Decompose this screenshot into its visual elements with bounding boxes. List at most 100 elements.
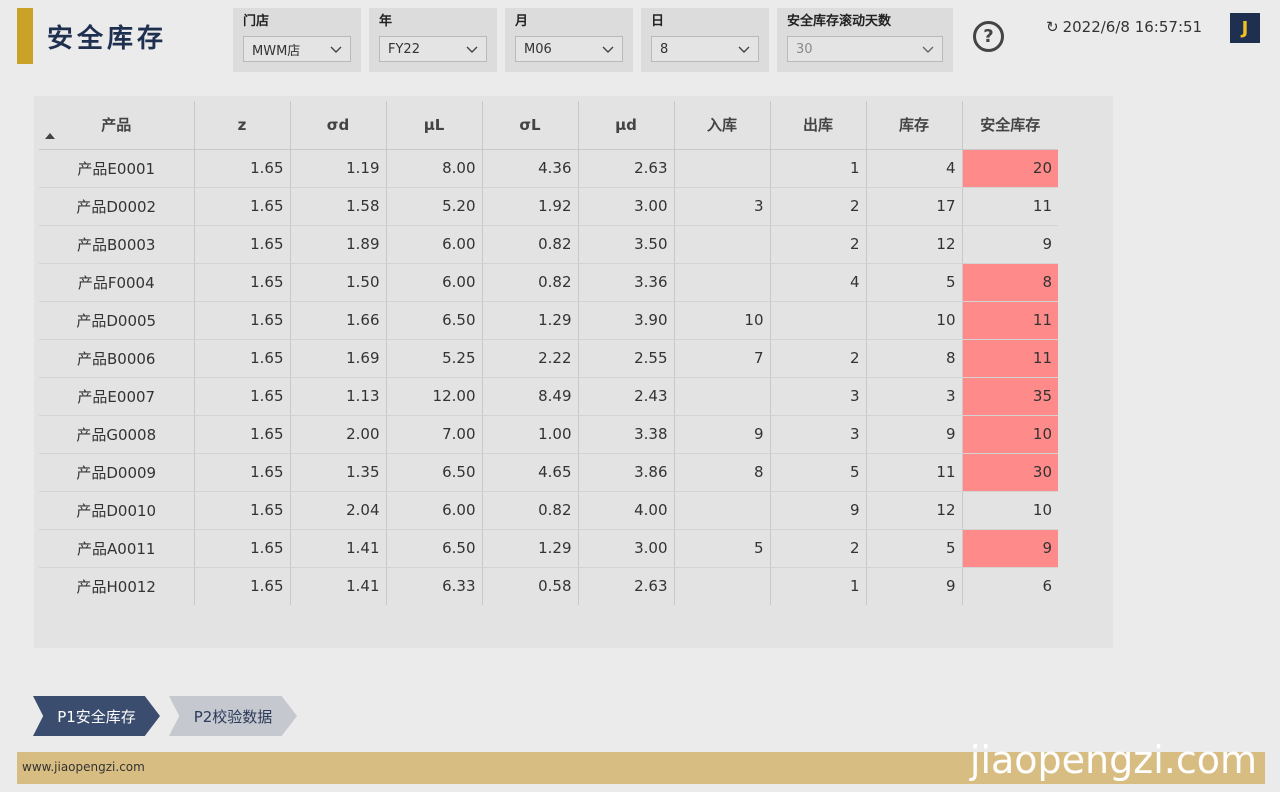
product-name-cell: 产品F0004: [39, 263, 195, 302]
column-header[interactable]: 产品: [39, 101, 195, 150]
product-name-cell: 产品D0002: [39, 187, 195, 226]
slicer-store-dropdown[interactable]: MWM店: [243, 36, 351, 62]
slicer-store-value: MWM店: [252, 43, 301, 59]
table-cell: 5.20: [386, 187, 483, 226]
column-header[interactable]: 库存: [866, 101, 963, 150]
table-cell: 4: [770, 263, 867, 302]
table-cell: 5.25: [386, 339, 483, 378]
column-header[interactable]: z: [194, 101, 291, 150]
table-row[interactable]: 产品B0006 1.65 1.69 5.25 2.22 2.55 7 2 8 11: [39, 339, 1058, 378]
table-cell: 1.65: [194, 225, 291, 264]
tab-p2-validation-data[interactable]: P2校验数据: [169, 696, 297, 736]
slicer-year-dropdown[interactable]: FY22: [379, 36, 487, 62]
help-icon[interactable]: ?: [973, 21, 1004, 52]
slicer-day-label: 日: [651, 14, 665, 29]
page-title: 安全库存: [47, 23, 168, 54]
table-row[interactable]: 产品A0011 1.65 1.41 6.50 1.29 3.00 5 2 5 9: [39, 529, 1058, 568]
table-row[interactable]: 产品D0002 1.65 1.58 5.20 1.92 3.00 3 2 17 11: [39, 187, 1058, 226]
table-cell: 1.65: [194, 339, 291, 378]
table-row[interactable]: 产品E0001 1.65 1.19 8.00 4.36 2.63 1 4 20: [39, 149, 1058, 188]
table-cell: 6.00: [386, 225, 483, 264]
table-cell: 7.00: [386, 415, 483, 454]
table-cell: 11: [962, 301, 1058, 340]
table-cell: 9: [674, 415, 771, 454]
product-name-cell: 产品A0011: [39, 529, 195, 568]
table-cell: 2.22: [482, 339, 579, 378]
chevron-down-icon: [738, 46, 750, 53]
sort-ascending-icon[interactable]: [45, 132, 55, 139]
table-cell: 3.00: [578, 529, 675, 568]
table-cell: 1.13: [290, 377, 387, 416]
table-cell: 6.33: [386, 567, 483, 605]
product-name-cell: 产品B0006: [39, 339, 195, 378]
table-cell: 10: [962, 491, 1058, 530]
table-row[interactable]: 产品F0004 1.65 1.50 6.00 0.82 3.36 4 5 8: [39, 263, 1058, 302]
table-row[interactable]: 产品E0007 1.65 1.13 12.00 8.49 2.43 3 3 35: [39, 377, 1058, 416]
table-cell: 1.65: [194, 187, 291, 226]
table-cell: 1.29: [482, 529, 579, 568]
column-header[interactable]: 安全库存: [962, 101, 1058, 150]
table-cell: 0.82: [482, 491, 579, 530]
slicer-rolling-days[interactable]: 安全库存滚动天数 30: [777, 8, 953, 72]
slicer-month[interactable]: 月 M06: [505, 8, 633, 72]
table-cell: 1.41: [290, 529, 387, 568]
slicer-year[interactable]: 年 FY22: [369, 8, 497, 72]
table-row[interactable]: 产品D0009 1.65 1.35 6.50 4.65 3.86 8 5 11 30: [39, 453, 1058, 492]
table-cell: 3: [770, 415, 867, 454]
table-cell: 8: [674, 453, 771, 492]
table-cell: 10: [674, 301, 771, 340]
refresh-time: 2022/6/8 16:57:51: [1062, 18, 1203, 36]
table-cell: 1.58: [290, 187, 387, 226]
table-cell: 5: [866, 529, 963, 568]
table-cell: [674, 491, 771, 530]
tab-p1-safety-stock[interactable]: P1安全库存: [33, 696, 160, 736]
table-cell: 3.36: [578, 263, 675, 302]
table-row[interactable]: 产品D0005 1.65 1.66 6.50 1.29 3.90 10 10 11: [39, 301, 1058, 340]
table-cell: 9: [866, 567, 963, 605]
table-cell: 4.36: [482, 149, 579, 188]
column-header[interactable]: 出库: [770, 101, 867, 150]
table-cell: 2.43: [578, 377, 675, 416]
table-cell: 0.58: [482, 567, 579, 605]
slicer-day-value: 8: [660, 41, 669, 57]
chevron-down-icon: [922, 46, 934, 53]
product-name-cell: 产品B0003: [39, 225, 195, 264]
table-cell: 9: [962, 225, 1058, 264]
table-cell: 1.65: [194, 491, 291, 530]
table-cell: 8: [866, 339, 963, 378]
slicer-store[interactable]: 门店 MWM店: [233, 8, 361, 72]
table-cell: 12: [866, 491, 963, 530]
slicer-day[interactable]: 日 8: [641, 8, 769, 72]
table-cell: 1.65: [194, 149, 291, 188]
slicer-month-dropdown[interactable]: M06: [515, 36, 623, 62]
slicer-day-dropdown[interactable]: 8: [651, 36, 759, 62]
table-cell: 1.00: [482, 415, 579, 454]
table-cell: [674, 149, 771, 188]
table-cell: 20: [962, 149, 1058, 188]
table-cell: 9: [962, 529, 1058, 568]
table-cell: 6.00: [386, 491, 483, 530]
title-accent: [17, 8, 33, 64]
table-cell: [674, 377, 771, 416]
table-cell: 1: [770, 149, 867, 188]
slicer-rolling-days-dropdown[interactable]: 30: [787, 36, 943, 62]
table-cell: 11: [962, 187, 1058, 226]
column-header[interactable]: σd: [290, 101, 387, 150]
column-header[interactable]: 入库: [674, 101, 771, 150]
table-cell: 4: [866, 149, 963, 188]
table-cell: 6: [1042, 577, 1052, 596]
column-header[interactable]: μd: [578, 101, 675, 150]
chevron-down-icon: [602, 46, 614, 53]
column-header[interactable]: μL: [386, 101, 483, 150]
table-row[interactable]: 产品H0012 1.65 1.41 6.33 0.58 2.63 1 9 6: [39, 567, 1058, 605]
table-cell: 2.04: [290, 491, 387, 530]
slicer-year-label: 年: [379, 14, 393, 29]
table-cell: 8.00: [386, 149, 483, 188]
table-cell: 3: [770, 377, 867, 416]
table-row[interactable]: 产品G0008 1.65 2.00 7.00 1.00 3.38 9 3 9 10: [39, 415, 1058, 454]
column-header[interactable]: σL: [482, 101, 579, 150]
table-cell: 8.49: [482, 377, 579, 416]
product-name-cell: 产品G0008: [39, 415, 195, 454]
table-row[interactable]: 产品D0010 1.65 2.04 6.00 0.82 4.00 9 12 10: [39, 491, 1058, 530]
table-row[interactable]: 产品B0003 1.65 1.89 6.00 0.82 3.50 2 12 9: [39, 225, 1058, 264]
